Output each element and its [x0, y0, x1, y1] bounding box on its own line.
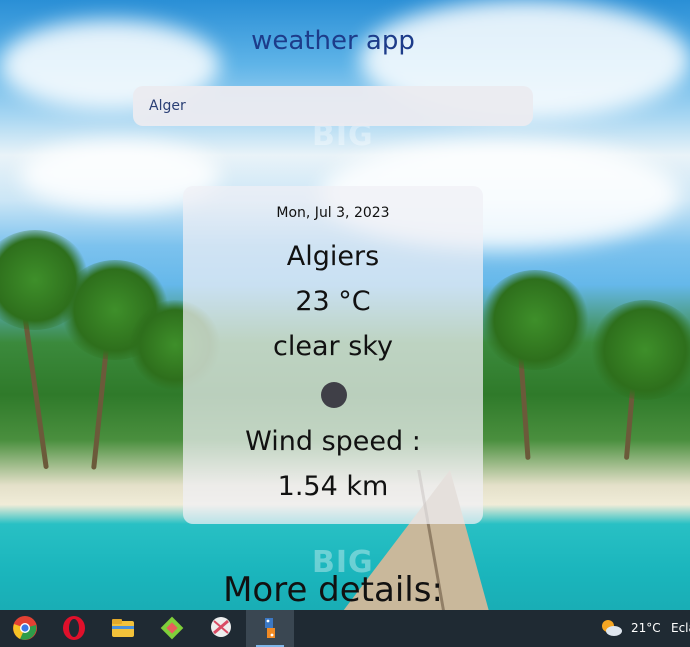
page-title: weather app: [251, 26, 415, 56]
tray-weather-label[interactable]: Ecla: [671, 621, 690, 635]
weather-description: clear sky: [273, 331, 393, 362]
more-details-heading: More details:: [223, 570, 443, 610]
wind-speed-value: 1.54 km: [277, 471, 389, 502]
palm-tree-leaves: [480, 270, 590, 370]
chrome-icon[interactable]: [12, 615, 38, 641]
opera-icon[interactable]: [61, 615, 87, 641]
weather-temperature: 23 °C: [295, 286, 371, 317]
weather-icon: [321, 382, 347, 408]
python-idle-icon[interactable]: [257, 615, 283, 641]
city-search-input[interactable]: [133, 86, 533, 126]
weather-city: Algiers: [286, 241, 380, 272]
weather-date: Mon, Jul 3, 2023: [276, 205, 390, 221]
app-screen: BIG BIG weather app Mon, Jul 3, 2023 Alg…: [0, 0, 690, 647]
file-explorer-icon[interactable]: [110, 615, 136, 641]
weather-card: Mon, Jul 3, 2023 Algiers 23 °C clear sky…: [183, 186, 483, 524]
palm-tree-leaves: [590, 300, 690, 400]
tray-temperature[interactable]: 21°C: [631, 621, 661, 635]
taskbar: 21°C Ecla: [0, 610, 690, 647]
snipping-tool-icon[interactable]: [208, 615, 234, 641]
sun-cloud-icon[interactable]: [600, 618, 622, 638]
wind-speed-label: Wind speed :: [245, 426, 421, 457]
gitkraken-icon[interactable]: [159, 615, 185, 641]
